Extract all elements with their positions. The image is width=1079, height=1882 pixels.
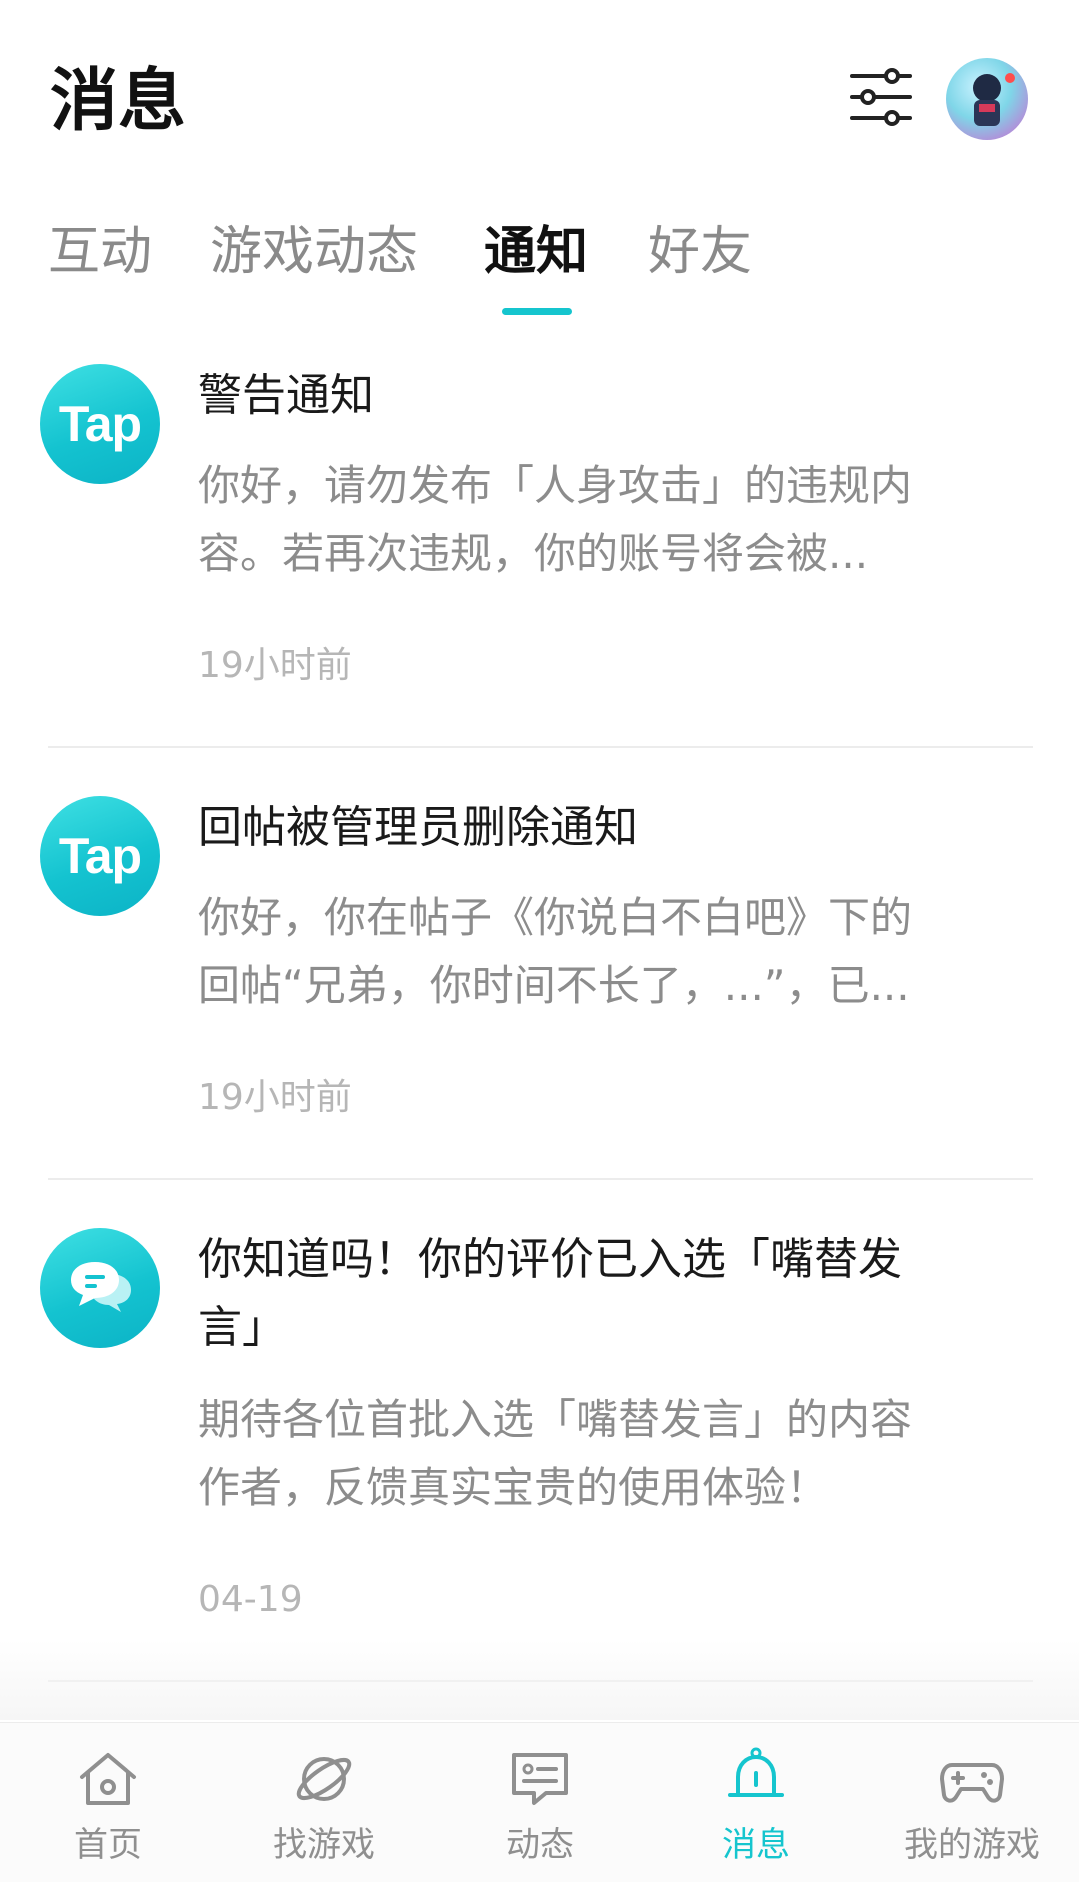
nav-label: 动态 <box>506 1825 574 1865</box>
nav-home[interactable]: 首页 <box>8 1723 208 1882</box>
nav-my-games[interactable]: 我的游戏 <box>872 1723 1072 1882</box>
page-title: 消息 <box>50 62 187 141</box>
nav-label: 消息 <box>722 1825 790 1865</box>
notification-body-line: 回帖“兄弟，你时间不长了，...”，已... <box>198 961 910 1010</box>
notification-body-line: 你好，你在帖子《你说白不白吧》下的 <box>198 893 913 942</box>
gamepad-icon <box>940 1763 1004 1803</box>
feed-icon <box>512 1753 568 1805</box>
header: 消息 <box>0 0 1079 190</box>
notification-time: 04-19 <box>198 1579 303 1620</box>
nav-label: 找游戏 <box>273 1825 375 1865</box>
notification-body-line: 作者，反馈真实宝贵的使用体验！ <box>198 1463 829 1512</box>
nav-feed[interactable]: 动态 <box>440 1723 640 1882</box>
nav-find-games[interactable]: 找游戏 <box>224 1723 424 1882</box>
tap-logo-icon: Tap <box>40 364 160 484</box>
planet-icon <box>296 1757 352 1801</box>
tap-logo-icon: Tap <box>40 796 160 916</box>
active-tab-indicator <box>502 308 572 315</box>
notification-body-line: 你好，请勿发布「人身攻击」的违规内 <box>198 461 913 510</box>
notification-time: 19小时前 <box>198 1077 352 1118</box>
notification-title: 回帖被管理员删除通知 <box>198 802 638 853</box>
home-icon <box>80 1753 136 1805</box>
tab-bar: 互动 游戏动态 通知 好友 <box>0 212 1079 322</box>
tab-friends[interactable]: 好友 <box>648 212 752 292</box>
divider <box>48 746 1033 748</box>
tab-notifications[interactable]: 通知 <box>484 212 588 292</box>
filter-settings-button[interactable] <box>846 62 916 132</box>
nav-label: 首页 <box>74 1825 142 1865</box>
notification-body-line: 容。若再次违规，你的账号将会被... <box>198 529 869 578</box>
notification-body-line: 期待各位首批入选「嘴替发言」的内容 <box>198 1395 913 1444</box>
scroll-fade <box>0 1640 1079 1720</box>
bell-icon <box>728 1747 784 1797</box>
chat-bubble-icon <box>40 1228 160 1348</box>
nav-label: 我的游戏 <box>904 1825 1040 1865</box>
avatar[interactable] <box>946 58 1028 140</box>
notification-title: 警告通知 <box>198 370 374 421</box>
nav-messages[interactable]: 消息 <box>656 1723 856 1882</box>
bottom-nav: 首页 找游戏 动态 消息 我的游戏 <box>0 1722 1079 1882</box>
tab-game-updates[interactable]: 游戏动态 <box>210 212 418 292</box>
avatar-character-image <box>973 73 1015 126</box>
notification-title-line: 言」 <box>198 1302 286 1353</box>
sliders-icon <box>850 68 912 126</box>
tab-interaction[interactable]: 互动 <box>48 212 152 292</box>
divider <box>48 1178 1033 1180</box>
notification-title-line: 你知道吗！你的评价已入选「嘴替发 <box>198 1234 902 1285</box>
notification-time: 19小时前 <box>198 645 352 686</box>
